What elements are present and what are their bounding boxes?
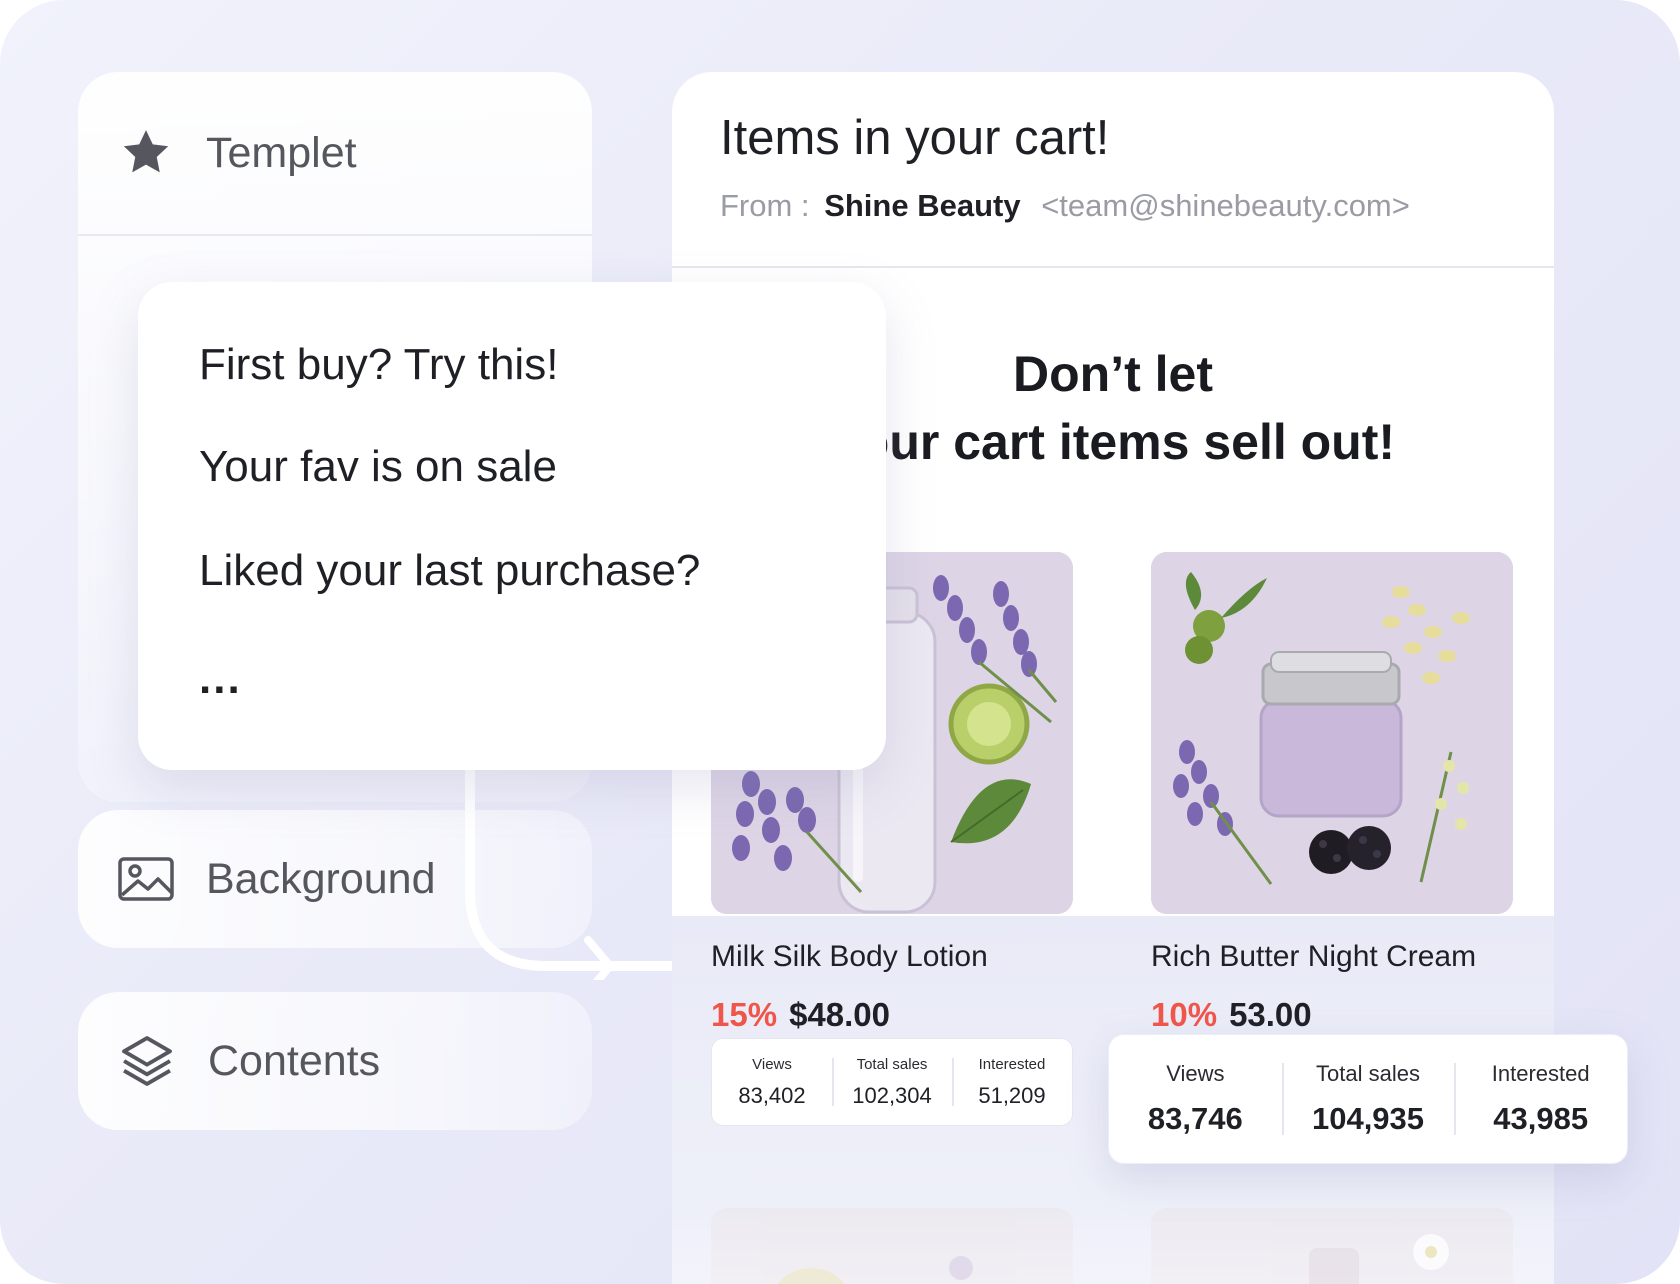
sidebar-item-templet[interactable]: Templet bbox=[78, 72, 592, 236]
sender-email: <team@shinebeauty.com> bbox=[1041, 188, 1410, 223]
template-option[interactable]: Liked your last purchase? bbox=[199, 546, 700, 596]
email-from-line: From : Shine Beauty <team@shinebeauty.co… bbox=[720, 188, 1410, 224]
sidebar-item-contents[interactable]: Contents bbox=[78, 992, 592, 1130]
stat-total-sales: Total sales 104,935 bbox=[1281, 1035, 1455, 1163]
template-options-popup: First buy? Try this! Your fav is on sale… bbox=[138, 282, 886, 770]
sender-name: Shine Beauty bbox=[824, 188, 1021, 223]
stat-value: 51,209 bbox=[978, 1082, 1046, 1108]
stat-value: 102,304 bbox=[852, 1082, 932, 1108]
product-price: $48.00 bbox=[789, 996, 890, 1033]
sidebar-item-label: Background bbox=[206, 854, 436, 903]
product-stats-expanded: Views 83,746 Total sales 104,935 Interes… bbox=[1108, 1034, 1628, 1164]
stat-label: Views bbox=[1166, 1061, 1225, 1086]
stat-label: Interested bbox=[1491, 1061, 1590, 1086]
template-option[interactable]: First buy? Try this! bbox=[199, 340, 558, 390]
stat-label: Interested bbox=[978, 1055, 1046, 1073]
stat-views: Views 83,746 bbox=[1109, 1035, 1282, 1163]
stat-interested: Interested 51,209 bbox=[952, 1039, 1072, 1125]
stat-interested: Interested 43,985 bbox=[1454, 1035, 1627, 1163]
layers-icon bbox=[118, 1032, 176, 1090]
product-price-row: 15% $48.00 bbox=[711, 996, 890, 1034]
email-subject: Items in your cart! bbox=[720, 111, 1110, 165]
canvas: Templet Background Contents Items in you… bbox=[0, 0, 1680, 1284]
divider bbox=[672, 266, 1554, 268]
stat-value: 83,746 bbox=[1147, 1101, 1243, 1136]
product-image-night-cream bbox=[1151, 552, 1513, 914]
discount-badge: 15% bbox=[711, 996, 778, 1033]
stat-value: 83,402 bbox=[738, 1082, 806, 1108]
sidebar-item-label: Templet bbox=[206, 128, 357, 177]
stat-label: Total sales bbox=[1316, 1061, 1420, 1086]
stat-value: 43,985 bbox=[1493, 1101, 1589, 1136]
product-price: 53.00 bbox=[1229, 996, 1312, 1033]
product-image-faded bbox=[1151, 1208, 1513, 1284]
sidebar-item-label: Contents bbox=[208, 1036, 381, 1085]
stat-label: Views bbox=[752, 1055, 792, 1073]
product-stats: Views 83,402 Total sales 102,304 Interes… bbox=[711, 1038, 1073, 1126]
stat-views: Views 83,402 bbox=[712, 1039, 832, 1125]
more-options[interactable]: ... bbox=[199, 654, 242, 704]
star-icon bbox=[118, 125, 174, 181]
stat-total-sales: Total sales 102,304 bbox=[832, 1039, 952, 1125]
discount-badge: 10% bbox=[1151, 996, 1218, 1033]
template-option[interactable]: Your fav is on sale bbox=[199, 442, 557, 492]
product-price-row: 10% 53.00 bbox=[1151, 996, 1312, 1034]
from-label: From : bbox=[720, 188, 810, 223]
stat-value: 104,935 bbox=[1311, 1101, 1425, 1136]
product-name: Milk Silk Body Lotion bbox=[711, 940, 988, 973]
product-name: Rich Butter Night Cream bbox=[1151, 940, 1477, 973]
product-image-faded bbox=[711, 1208, 1073, 1284]
connector-arrow bbox=[465, 770, 680, 980]
image-icon bbox=[118, 857, 174, 901]
stat-label: Total sales bbox=[856, 1055, 928, 1073]
